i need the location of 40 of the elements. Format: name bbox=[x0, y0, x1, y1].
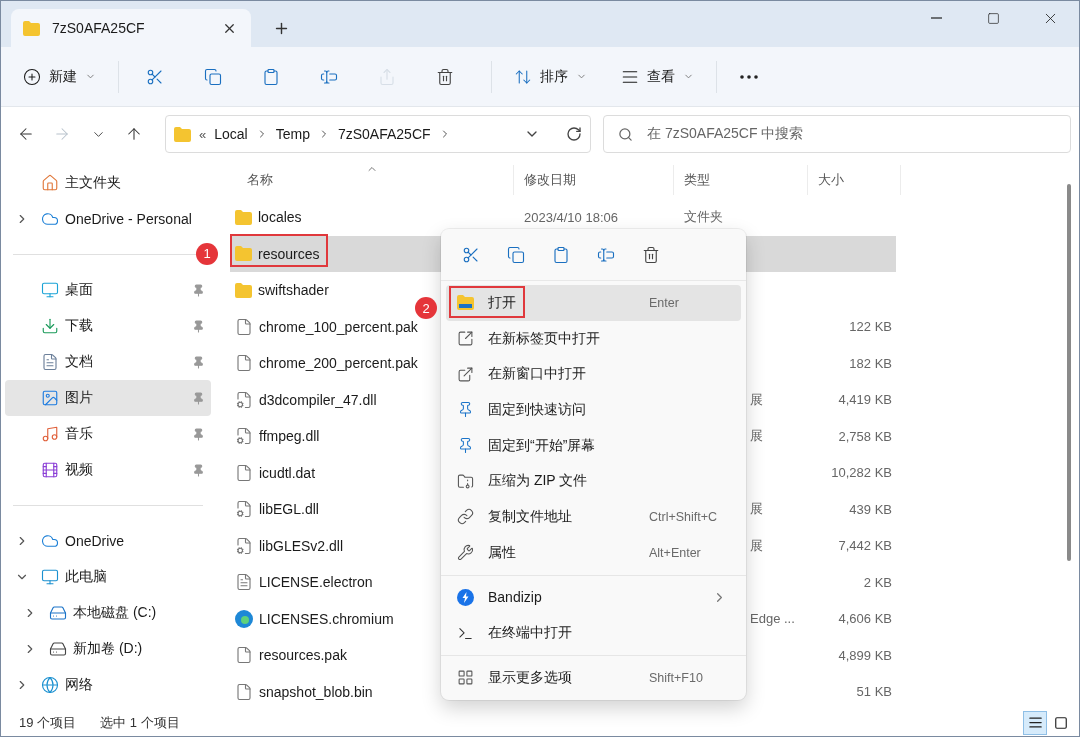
file-name: resources bbox=[258, 245, 320, 262]
size-text: 4,419 KB bbox=[838, 392, 892, 408]
type-text: 展 bbox=[750, 391, 763, 407]
file-name: locales bbox=[258, 209, 302, 226]
file-name: LICENSE.electron bbox=[259, 574, 373, 591]
size-text: 182 KB bbox=[849, 355, 892, 371]
type-text: Edge ... bbox=[750, 611, 795, 627]
file-name: LICENSES.chromium bbox=[259, 610, 394, 627]
size-text: 2 KB bbox=[863, 574, 892, 590]
file-name: ffmpeg.dll bbox=[259, 428, 320, 445]
file-name: libGLESv2.dll bbox=[259, 537, 344, 554]
step-badge: 2 bbox=[415, 297, 437, 319]
file-name: resources.pak bbox=[259, 647, 347, 664]
file-name: chrome_200_percent.pak bbox=[259, 355, 418, 372]
file-name: swiftshader bbox=[258, 282, 329, 299]
size-text: 51 KB bbox=[856, 684, 892, 700]
shortcut-text: Shift+F10 bbox=[649, 670, 704, 685]
step-badge: 1 bbox=[196, 242, 218, 265]
type-text: 文件夹 bbox=[684, 209, 723, 225]
size-text: 122 KB bbox=[849, 319, 892, 335]
date-text: 2023/4/10 18:06 bbox=[524, 209, 618, 225]
file-name: snapshot_blob.bin bbox=[259, 683, 373, 700]
shortcut-text: Enter bbox=[649, 295, 680, 310]
size-text: 4,606 KB bbox=[838, 611, 892, 627]
type-text: 展 bbox=[750, 428, 763, 444]
shortcut-text: Alt+Enter bbox=[649, 545, 702, 560]
size-text: 439 KB bbox=[849, 501, 892, 517]
type-text: 展 bbox=[750, 501, 763, 517]
file-name: chrome_100_percent.pak bbox=[259, 318, 418, 335]
item-count: 19 个项目 bbox=[19, 713, 77, 732]
size-text: 4,899 KB bbox=[838, 647, 892, 663]
type-text: 展 bbox=[750, 537, 763, 553]
file-name: icudtl.dat bbox=[259, 464, 316, 481]
selection-count: 选中 1 个项目 bbox=[100, 713, 180, 732]
shortcut-text: Ctrl+Shift+C bbox=[649, 509, 719, 524]
size-text: 2,758 KB bbox=[838, 428, 892, 444]
file-name: d3dcompiler_47.dll bbox=[259, 391, 377, 408]
file-name: libEGL.dll bbox=[259, 501, 319, 518]
size-text: 7,442 KB bbox=[838, 538, 892, 554]
size-text: 10,282 KB bbox=[831, 465, 892, 481]
